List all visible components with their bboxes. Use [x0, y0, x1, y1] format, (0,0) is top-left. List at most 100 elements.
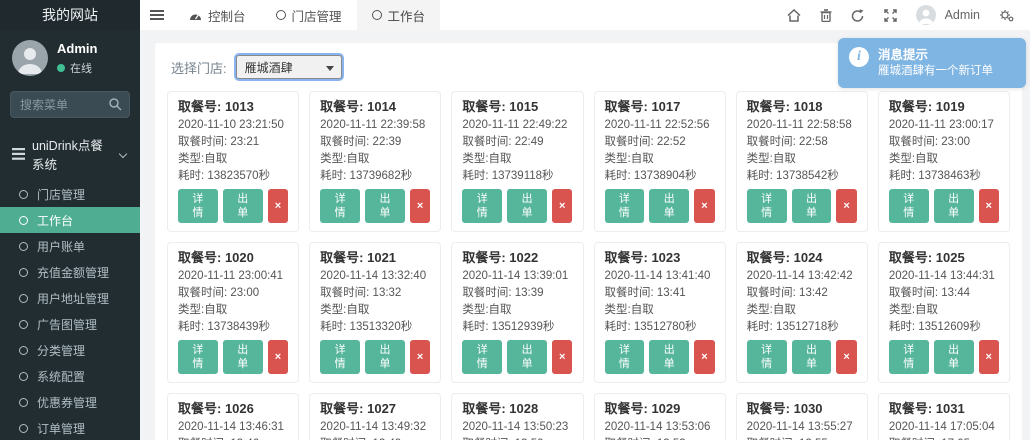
- trash-icon[interactable]: [820, 8, 832, 22]
- print-order-button[interactable]: 出单: [791, 340, 832, 374]
- menu-root-label: uniDrink点餐系统: [32, 139, 103, 172]
- settings-gears-icon[interactable]: [999, 9, 1014, 22]
- sidebar-menu-item[interactable]: 优惠券管理: [0, 389, 140, 415]
- order-number: 取餐号: 1028: [462, 401, 572, 417]
- detail-button[interactable]: 详情: [888, 340, 929, 374]
- fullscreen-icon[interactable]: [883, 8, 897, 22]
- detail-button[interactable]: 详情: [604, 189, 645, 223]
- order-elapsed: 耗时: 13738542秒: [747, 168, 857, 185]
- pickup-time-label: 取餐时间:: [888, 136, 942, 148]
- order-number: 取餐号: 1025: [889, 250, 999, 266]
- detail-button[interactable]: 详情: [888, 189, 929, 223]
- order-card: 取餐号: 1025 2020-11-14 13:44:31 取餐时间: 13:4…: [877, 242, 1010, 383]
- sidebar-menu-item[interactable]: 广告图管理: [0, 311, 140, 337]
- sidebar-menu-item[interactable]: 充值金额管理: [0, 259, 140, 285]
- order-type-label: 类型:: [462, 153, 489, 165]
- order-card: 取餐号: 1017 2020-11-11 22:52:56 取餐时间: 22:5…: [593, 91, 726, 232]
- user-avatar: [12, 40, 48, 76]
- delete-order-button[interactable]: ×: [694, 189, 715, 223]
- print-order-button[interactable]: 出单: [933, 189, 974, 223]
- print-order-button[interactable]: 出单: [649, 189, 690, 223]
- delete-order-button[interactable]: ×: [267, 340, 289, 374]
- delete-order-button[interactable]: ×: [978, 340, 999, 374]
- print-order-button[interactable]: 出单: [222, 340, 263, 374]
- delete-order-button[interactable]: ×: [552, 340, 573, 374]
- delete-order-button[interactable]: ×: [267, 189, 289, 223]
- order-number: 取餐号: 1020: [178, 250, 288, 266]
- sidebar-toggle-button[interactable]: [140, 0, 174, 30]
- detail-button[interactable]: 详情: [746, 340, 787, 374]
- topbar-user-label[interactable]: Admin: [945, 8, 980, 22]
- detail-button[interactable]: 详情: [604, 340, 645, 374]
- sidebar-menu-item[interactable]: 门店管理: [0, 181, 140, 207]
- order-datetime: 2020-11-14 17:05:04: [888, 421, 995, 433]
- order-number-value: 1022: [509, 250, 539, 265]
- sidebar-menu-root[interactable]: uniDrink点餐系统: [0, 127, 140, 181]
- tab-workbench[interactable]: 工作台: [356, 0, 441, 30]
- home-icon[interactable]: [787, 8, 801, 22]
- notification-toast[interactable]: i 消息提示 雁城酒肆有一个新订单: [838, 38, 1026, 88]
- print-order-button[interactable]: 出单: [649, 340, 690, 374]
- order-number-value: 1014: [367, 99, 397, 114]
- search-icon[interactable]: [108, 97, 122, 111]
- sidebar-menu-item[interactable]: 用户地址管理: [0, 285, 140, 311]
- order-type-value: 自取: [630, 153, 654, 165]
- detail-button[interactable]: 详情: [178, 189, 218, 223]
- store-select-label: 选择门店:: [171, 60, 227, 76]
- detail-button[interactable]: 详情: [320, 340, 361, 374]
- detail-button[interactable]: 详情: [746, 189, 787, 223]
- order-elapsed: 耗时: 13738439秒: [178, 319, 288, 336]
- detail-button[interactable]: 详情: [320, 189, 361, 223]
- sidebar-menu-item[interactable]: 订单管理: [0, 415, 140, 440]
- topbar-avatar[interactable]: [915, 5, 936, 25]
- order-card: 取餐号: 1027 2020-11-14 13:49:32 取餐时间: 13:4…: [309, 393, 442, 440]
- order-pickup-time: 取餐时间: 23:00: [889, 134, 999, 151]
- detail-button[interactable]: 详情: [178, 340, 218, 374]
- print-order-button[interactable]: 出单: [365, 340, 405, 374]
- delete-order-button[interactable]: ×: [836, 340, 857, 374]
- print-order-button[interactable]: 出单: [365, 189, 405, 223]
- sidebar-menu-item[interactable]: 分类管理: [0, 337, 140, 363]
- circle-icon: [19, 241, 28, 251]
- detail-button[interactable]: 详情: [462, 340, 503, 374]
- elapsed-value: 13512939秒: [491, 321, 555, 333]
- print-order-button[interactable]: 出单: [222, 189, 263, 223]
- sidebar-menu-item[interactable]: 工作台: [0, 207, 140, 233]
- order-type-label: 类型:: [320, 153, 347, 165]
- toast-title: 消息提示: [878, 48, 929, 62]
- tab-dashboard[interactable]: 控制台: [174, 0, 261, 30]
- elapsed-label: 耗时:: [320, 321, 350, 333]
- print-order-button[interactable]: 出单: [791, 189, 832, 223]
- circle-icon: [371, 10, 382, 20]
- pickup-time-value: 22:39: [372, 136, 402, 148]
- order-elapsed: 耗时: 13823570秒: [178, 168, 288, 185]
- sidebar-menu-item[interactable]: 用户账单: [0, 233, 140, 259]
- pickup-time-value: 13:42: [799, 287, 828, 299]
- print-order-button[interactable]: 出单: [507, 340, 548, 374]
- order-elapsed: 耗时: 13738463秒: [889, 168, 999, 185]
- delete-order-button[interactable]: ×: [694, 340, 715, 374]
- order-number-value: 1020: [224, 250, 254, 265]
- delete-order-button[interactable]: ×: [836, 189, 857, 223]
- card-buttons: 详情 出单 ×: [888, 340, 999, 374]
- order-datetime: 2020-11-11 22:49:22: [462, 119, 568, 131]
- delete-order-button[interactable]: ×: [409, 340, 431, 374]
- sidebar-menu-item-label: 广告图管理: [37, 317, 98, 332]
- print-order-button[interactable]: 出单: [933, 340, 974, 374]
- order-type-label: 类型:: [746, 304, 773, 316]
- delete-order-button[interactable]: ×: [409, 189, 431, 223]
- print-order-button[interactable]: 出单: [507, 189, 548, 223]
- delete-order-button[interactable]: ×: [552, 189, 573, 223]
- refresh-icon[interactable]: [851, 8, 865, 22]
- store-select-dropdown[interactable]: 雁城酒肆: [235, 55, 342, 79]
- detail-button[interactable]: 详情: [462, 189, 503, 223]
- order-number-label: 取餐号:: [178, 99, 225, 114]
- order-datetime: 2020-11-11 22:39:58: [320, 119, 426, 131]
- delete-order-button[interactable]: ×: [978, 189, 999, 223]
- sidebar-search: [10, 91, 130, 118]
- order-type-value: 自取: [204, 153, 228, 165]
- sidebar-menu-item[interactable]: 系统配置: [0, 363, 140, 389]
- tab-store-management[interactable]: 门店管理: [261, 0, 357, 30]
- order-type-label: 类型:: [462, 304, 489, 316]
- pickup-time-value: 22:52: [656, 136, 686, 148]
